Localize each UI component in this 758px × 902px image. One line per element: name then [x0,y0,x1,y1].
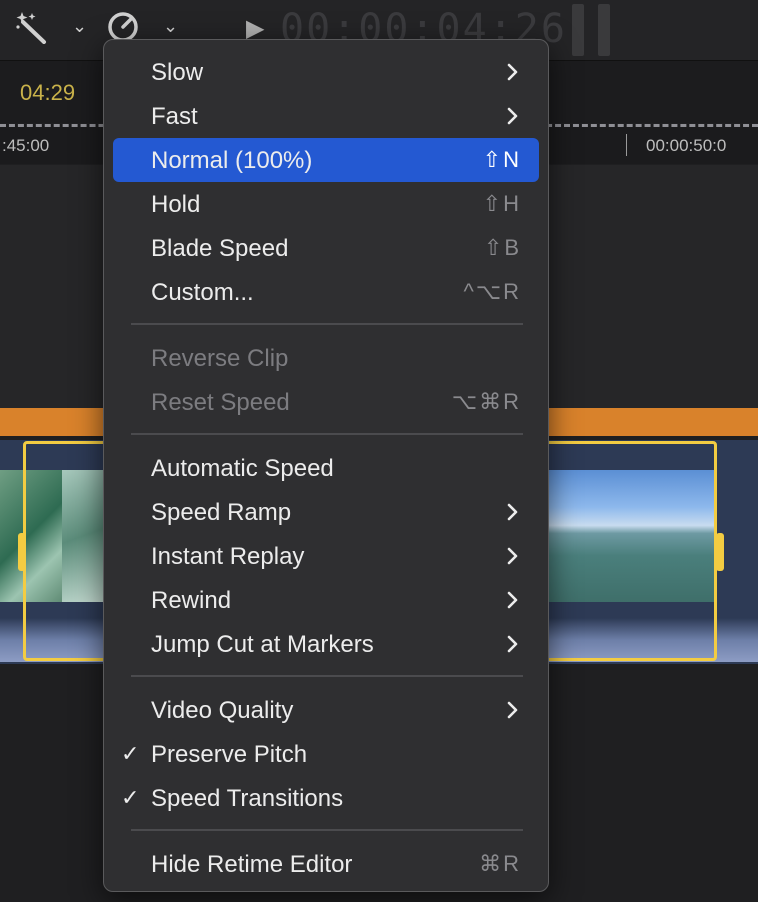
menu-item-label: Hold [151,191,201,218]
menu-item-label: Jump Cut at Markers [151,631,374,658]
menu-item-speed-ramp[interactable]: Speed Ramp [113,490,539,534]
ruler-timecode-left: :45:00 [2,136,50,155]
audio-meter-right [598,4,610,56]
menu-item-label: Reset Speed [151,389,290,416]
menu-item-label: Hide Retime Editor [151,851,353,878]
menu-item-label: Custom... [151,279,254,306]
checkmark-icon: ✓ [121,785,140,810]
clip-trim-handle-left[interactable] [18,533,26,571]
chevron-right-icon [507,547,518,565]
menu-separator [131,323,523,325]
menu-item-shortcut: ⇧N [482,147,521,172]
menu-item-shortcut: ⌥⌘R [451,389,521,414]
menu-separator [131,675,523,677]
chevron-right-icon [507,701,518,719]
menu-item-video-quality[interactable]: Video Quality [113,688,539,732]
chevron-right-icon [507,107,518,125]
menu-item-label: Slow [151,59,204,86]
retime-dropdown-chevron-icon[interactable]: ⌄ [163,16,178,37]
menu-item-label: Automatic Speed [151,455,334,482]
chevron-right-icon [507,591,518,609]
menu-item-hide-retime-editor[interactable]: Hide Retime Editor ⌘R [113,842,539,886]
menu-item-slow[interactable]: Slow [113,50,539,94]
menu-item-label: Normal (100%) [151,147,313,174]
menu-item-fast[interactable]: Fast [113,94,539,138]
audio-meter-left [572,4,584,56]
menu-item-reverse-clip: Reverse Clip [113,336,539,380]
chevron-right-icon [507,63,518,81]
menu-item-shortcut: ⇧H [482,191,521,216]
chevron-right-icon [507,503,518,521]
menu-item-label: Instant Replay [151,543,305,570]
menu-separator [131,829,523,831]
magic-wand-icon[interactable] [14,10,48,44]
menu-item-shortcut: ⌘R [479,851,521,876]
menu-item-hold[interactable]: Hold ⇧H [113,182,539,226]
ruler-timecode-right: 00:00:50:0 [646,136,727,155]
menu-item-label: Speed Transitions [151,785,344,812]
menu-item-label: Blade Speed [151,235,289,262]
menu-item-normal[interactable]: Normal (100%) ⇧N [113,138,539,182]
menu-item-label: Video Quality [151,697,294,724]
clip-trim-handle-right[interactable] [716,533,724,571]
menu-item-label: Fast [151,103,198,130]
menu-item-custom[interactable]: Custom... ^⌥R [113,270,539,314]
menu-item-speed-transitions[interactable]: ✓ Speed Transitions [113,776,539,820]
menu-item-rewind[interactable]: Rewind [113,578,539,622]
menu-item-label: Preserve Pitch [151,741,308,768]
menu-item-shortcut: ⇧B [483,235,521,260]
menu-item-automatic-speed[interactable]: Automatic Speed [113,446,539,490]
menu-item-reset-speed: Reset Speed ⌥⌘R [113,380,539,424]
menu-item-label: Rewind [151,587,232,614]
menu-item-instant-replay[interactable]: Instant Replay [113,534,539,578]
menu-item-preserve-pitch[interactable]: ✓ Preserve Pitch [113,732,539,776]
enhance-dropdown-chevron-icon[interactable]: ⌄ [72,16,87,37]
checkmark-icon: ✓ [121,741,140,766]
menu-item-label: Speed Ramp [151,499,292,526]
menu-item-shortcut: ^⌥R [463,279,521,304]
retime-menu: Slow Fast Normal (100%) ⇧N Hold ⇧H Blade… [103,39,549,892]
menu-item-blade-speed[interactable]: Blade Speed ⇧B [113,226,539,270]
menu-item-jump-cut-at-markers[interactable]: Jump Cut at Markers [113,622,539,666]
menu-item-label: Reverse Clip [151,345,289,372]
ruler-tick [626,134,627,156]
clip-duration: 04:29 [20,80,76,105]
menu-separator [131,433,523,435]
chevron-right-icon [507,635,518,653]
